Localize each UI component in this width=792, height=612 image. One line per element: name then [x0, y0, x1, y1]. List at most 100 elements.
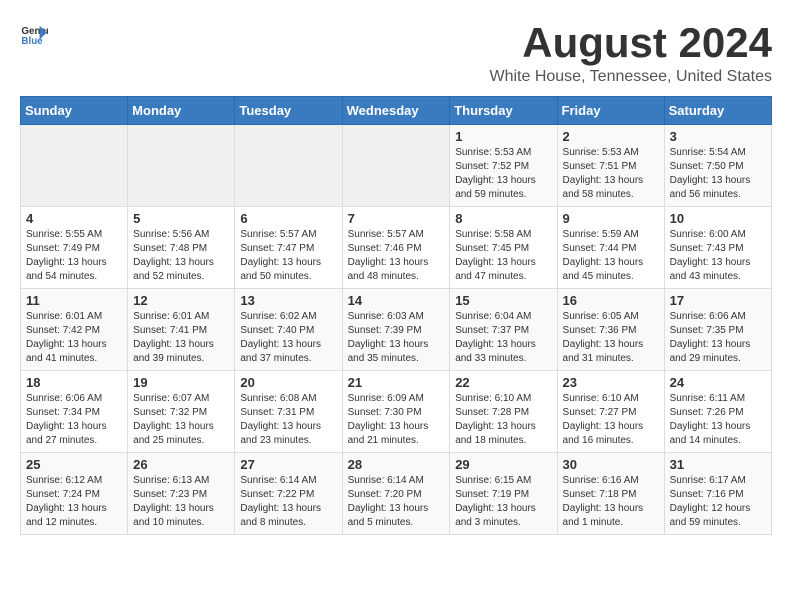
day-number: 22	[455, 375, 551, 390]
logo: General Blue	[20, 20, 48, 48]
day-info: Sunrise: 5:54 AM Sunset: 7:50 PM Dayligh…	[670, 146, 766, 202]
calendar-table: SundayMondayTuesdayWednesdayThursdayFrid…	[20, 96, 772, 535]
calendar-cell: 22 Sunrise: 6:10 AM Sunset: 7:28 PM Dayli…	[450, 371, 557, 453]
day-number: 25	[26, 457, 122, 472]
day-number: 13	[240, 293, 336, 308]
calendar-week-row: 18 Sunrise: 6:06 AM Sunset: 7:34 PM Dayli…	[21, 371, 772, 453]
calendar-cell: 30 Sunrise: 6:16 AM Sunset: 7:18 PM Dayli…	[557, 453, 664, 535]
calendar-cell: 14Sunrise: 6:03 AM Sunset: 7:39 PM Dayli…	[342, 289, 450, 371]
calendar-cell: 12 Sunrise: 6:01 AM Sunset: 7:41 PM Dayli…	[128, 289, 235, 371]
day-info: Sunrise: 6:16 AM Sunset: 7:18 PM Dayligh…	[563, 474, 659, 530]
day-info: Sunrise: 5:57 AM Sunset: 7:46 PM Dayligh…	[348, 228, 445, 284]
day-info: Sunrise: 6:10 AM Sunset: 7:28 PM Dayligh…	[455, 392, 551, 448]
calendar-cell: 13Sunrise: 6:02 AM Sunset: 7:40 PM Dayli…	[235, 289, 342, 371]
day-number: 29	[455, 457, 551, 472]
day-number: 2	[563, 129, 659, 144]
calendar-cell: 8 Sunrise: 5:58 AM Sunset: 7:45 PM Daylig…	[450, 207, 557, 289]
calendar-cell: 6Sunrise: 5:57 AM Sunset: 7:47 PM Daylig…	[235, 207, 342, 289]
calendar-cell: 26 Sunrise: 6:13 AM Sunset: 7:23 PM Dayli…	[128, 453, 235, 535]
day-info: Sunrise: 6:14 AM Sunset: 7:20 PM Dayligh…	[348, 474, 445, 530]
day-number: 28	[348, 457, 445, 472]
day-number: 16	[563, 293, 659, 308]
calendar-cell: 16Sunrise: 6:05 AM Sunset: 7:36 PM Dayli…	[557, 289, 664, 371]
day-number: 3	[670, 129, 766, 144]
day-number: 11	[26, 293, 122, 308]
calendar-day-header: Wednesday	[342, 97, 450, 125]
day-number: 26	[133, 457, 229, 472]
calendar-cell	[128, 125, 235, 207]
day-number: 23	[563, 375, 659, 390]
subtitle: White House, Tennessee, United States	[489, 68, 772, 86]
calendar-cell: 27 Sunrise: 6:14 AM Sunset: 7:22 PM Dayli…	[235, 453, 342, 535]
calendar-cell: 21 Sunrise: 6:09 AM Sunset: 7:30 PM Dayli…	[342, 371, 450, 453]
calendar-cell: 31 Sunrise: 6:17 AM Sunset: 7:16 PM Dayli…	[664, 453, 771, 535]
day-info: Sunrise: 6:17 AM Sunset: 7:16 PM Dayligh…	[670, 474, 766, 530]
title-area: August 2024 White House, Tennessee, Unit…	[489, 20, 772, 86]
day-number: 10	[670, 211, 766, 226]
day-number: 8	[455, 211, 551, 226]
calendar-header-row: SundayMondayTuesdayWednesdayThursdayFrid…	[21, 97, 772, 125]
day-info: Sunrise: 6:13 AM Sunset: 7:23 PM Dayligh…	[133, 474, 229, 530]
calendar-cell: 7 Sunrise: 5:57 AM Sunset: 7:46 PM Daylig…	[342, 207, 450, 289]
day-number: 30	[563, 457, 659, 472]
day-number: 14	[348, 293, 445, 308]
day-info: Sunrise: 6:09 AM Sunset: 7:30 PM Dayligh…	[348, 392, 445, 448]
day-info: Sunrise: 6:07 AM Sunset: 7:32 PM Dayligh…	[133, 392, 229, 448]
day-info: Sunrise: 5:58 AM Sunset: 7:45 PM Dayligh…	[455, 228, 551, 284]
calendar-day-header: Monday	[128, 97, 235, 125]
calendar-cell: 17Sunrise: 6:06 AM Sunset: 7:35 PM Dayli…	[664, 289, 771, 371]
calendar-cell: 10Sunrise: 6:00 AM Sunset: 7:43 PM Dayli…	[664, 207, 771, 289]
day-info: Sunrise: 6:14 AM Sunset: 7:22 PM Dayligh…	[240, 474, 336, 530]
day-number: 9	[563, 211, 659, 226]
day-number: 31	[670, 457, 766, 472]
day-info: Sunrise: 6:01 AM Sunset: 7:41 PM Dayligh…	[133, 310, 229, 366]
calendar-cell: 28 Sunrise: 6:14 AM Sunset: 7:20 PM Dayli…	[342, 453, 450, 535]
calendar-cell: 15 Sunrise: 6:04 AM Sunset: 7:37 PM Dayli…	[450, 289, 557, 371]
calendar-cell: 5 Sunrise: 5:56 AM Sunset: 7:48 PM Daylig…	[128, 207, 235, 289]
day-info: Sunrise: 6:12 AM Sunset: 7:24 PM Dayligh…	[26, 474, 122, 530]
calendar-cell: 23 Sunrise: 6:10 AM Sunset: 7:27 PM Dayli…	[557, 371, 664, 453]
day-info: Sunrise: 5:53 AM Sunset: 7:51 PM Dayligh…	[563, 146, 659, 202]
calendar-day-header: Saturday	[664, 97, 771, 125]
main-title: August 2024	[489, 20, 772, 66]
day-info: Sunrise: 6:10 AM Sunset: 7:27 PM Dayligh…	[563, 392, 659, 448]
calendar-cell	[21, 125, 128, 207]
calendar-week-row: 11 Sunrise: 6:01 AM Sunset: 7:42 PM Dayli…	[21, 289, 772, 371]
day-number: 19	[133, 375, 229, 390]
page-header: General Blue August 2024 White House, Te…	[20, 20, 772, 86]
logo-icon: General Blue	[20, 20, 48, 48]
day-number: 1	[455, 129, 551, 144]
day-number: 27	[240, 457, 336, 472]
day-info: Sunrise: 5:59 AM Sunset: 7:44 PM Dayligh…	[563, 228, 659, 284]
day-number: 15	[455, 293, 551, 308]
day-number: 12	[133, 293, 229, 308]
calendar-cell: 25 Sunrise: 6:12 AM Sunset: 7:24 PM Dayli…	[21, 453, 128, 535]
calendar-cell: 20 Sunrise: 6:08 AM Sunset: 7:31 PM Dayli…	[235, 371, 342, 453]
day-info: Sunrise: 6:04 AM Sunset: 7:37 PM Dayligh…	[455, 310, 551, 366]
calendar-day-header: Thursday	[450, 97, 557, 125]
calendar-cell: 2 Sunrise: 5:53 AM Sunset: 7:51 PM Daylig…	[557, 125, 664, 207]
calendar-cell: 29Sunrise: 6:15 AM Sunset: 7:19 PM Dayli…	[450, 453, 557, 535]
calendar-cell: 9 Sunrise: 5:59 AM Sunset: 7:44 PM Daylig…	[557, 207, 664, 289]
calendar-week-row: 1Sunrise: 5:53 AM Sunset: 7:52 PM Daylig…	[21, 125, 772, 207]
day-number: 21	[348, 375, 445, 390]
calendar-week-row: 25 Sunrise: 6:12 AM Sunset: 7:24 PM Dayli…	[21, 453, 772, 535]
day-number: 7	[348, 211, 445, 226]
day-info: Sunrise: 5:56 AM Sunset: 7:48 PM Dayligh…	[133, 228, 229, 284]
calendar-cell: 19 Sunrise: 6:07 AM Sunset: 7:32 PM Dayli…	[128, 371, 235, 453]
day-info: Sunrise: 6:01 AM Sunset: 7:42 PM Dayligh…	[26, 310, 122, 366]
day-number: 17	[670, 293, 766, 308]
day-number: 24	[670, 375, 766, 390]
day-info: Sunrise: 5:55 AM Sunset: 7:49 PM Dayligh…	[26, 228, 122, 284]
calendar-cell: 11 Sunrise: 6:01 AM Sunset: 7:42 PM Dayli…	[21, 289, 128, 371]
day-number: 20	[240, 375, 336, 390]
calendar-cell: 4 Sunrise: 5:55 AM Sunset: 7:49 PM Daylig…	[21, 207, 128, 289]
day-info: Sunrise: 6:06 AM Sunset: 7:34 PM Dayligh…	[26, 392, 122, 448]
day-number: 5	[133, 211, 229, 226]
day-number: 18	[26, 375, 122, 390]
day-info: Sunrise: 6:08 AM Sunset: 7:31 PM Dayligh…	[240, 392, 336, 448]
calendar-day-header: Friday	[557, 97, 664, 125]
calendar-week-row: 4 Sunrise: 5:55 AM Sunset: 7:49 PM Daylig…	[21, 207, 772, 289]
calendar-cell	[235, 125, 342, 207]
day-number: 4	[26, 211, 122, 226]
